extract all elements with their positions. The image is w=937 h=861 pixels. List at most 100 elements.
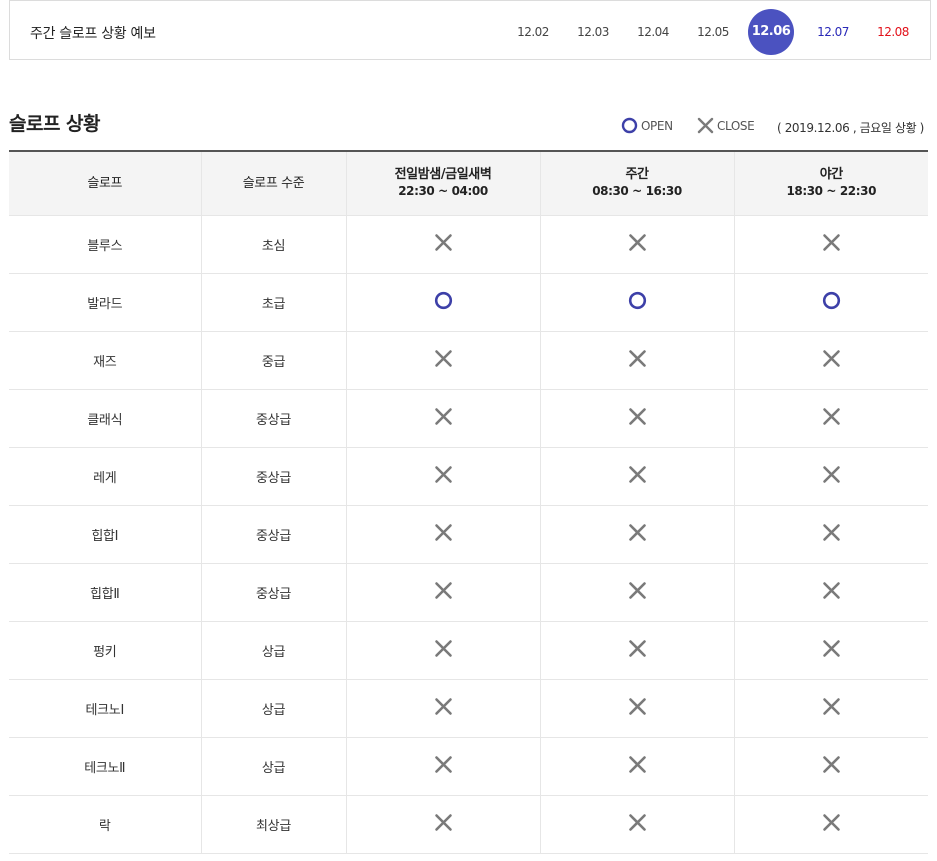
status-day <box>540 447 735 506</box>
table-row: 블루스 초심 <box>9 215 928 274</box>
status-night <box>346 505 541 564</box>
slope-level: 초급 <box>201 273 347 332</box>
table-header-row: 슬로프 슬로프 수준 전일밤샘/금일새벽 22:30 ~ 04:00 주간 08… <box>9 151 928 216</box>
close-x-icon <box>822 465 841 488</box>
slope-name: 블루스 <box>9 215 202 274</box>
table-row: 펑키 상급 <box>9 621 928 680</box>
status-evening <box>734 273 928 332</box>
status-evening <box>734 621 928 680</box>
status-night <box>346 447 541 506</box>
slope-level: 중상급 <box>201 389 347 448</box>
slope-level: 중상급 <box>201 563 347 622</box>
status-evening <box>734 447 928 506</box>
forecast-date-12.02[interactable]: 12.02 <box>510 25 556 39</box>
status-day <box>540 563 735 622</box>
table-row: 락 최상급 <box>9 795 928 854</box>
open-circle-icon <box>621 117 638 134</box>
header-night-time: 22:30 ~ 04:00 <box>398 184 488 199</box>
close-x-icon <box>434 639 453 662</box>
slope-name: 레게 <box>9 447 202 506</box>
close-x-icon <box>628 639 647 662</box>
close-x-icon <box>822 755 841 778</box>
status-evening <box>734 795 928 854</box>
table-row: 힙합Ⅰ 중상급 <box>9 505 928 564</box>
close-x-icon <box>697 117 714 134</box>
close-x-icon <box>822 813 841 836</box>
table-row: 힙합Ⅱ 중상급 <box>9 563 928 622</box>
section-title: 슬로프 상황 <box>9 113 101 135</box>
status-day <box>540 273 735 332</box>
status-day <box>540 505 735 564</box>
close-x-icon <box>434 407 453 430</box>
status-night <box>346 563 541 622</box>
header-slope: 슬로프 <box>9 151 202 216</box>
close-x-icon <box>822 523 841 546</box>
header-night-title: 전일밤샘/금일새벽 <box>394 167 492 183</box>
weekly-forecast-bar: 주간 슬로프 상황 예보 12.02 12.03 12.04 12.05 12.06 12… <box>9 0 931 60</box>
slope-level: 중상급 <box>201 447 347 506</box>
slope-level: 상급 <box>201 621 347 680</box>
header-day: 주간 08:30 ~ 16:30 <box>540 151 735 216</box>
status-day <box>540 621 735 680</box>
close-x-icon <box>822 407 841 430</box>
forecast-date-12.07[interactable]: 12.07 <box>810 25 856 39</box>
close-x-icon <box>434 233 453 256</box>
close-x-icon <box>434 755 453 778</box>
close-x-icon <box>434 581 453 604</box>
status-night <box>346 215 541 274</box>
close-x-icon <box>628 349 647 372</box>
slope-level: 최상급 <box>201 795 347 854</box>
open-circle-icon <box>434 291 453 314</box>
status-evening <box>734 505 928 564</box>
slope-name: 재즈 <box>9 331 202 390</box>
forecast-title: 주간 슬로프 상황 예보 <box>30 26 156 42</box>
close-x-icon <box>628 523 647 546</box>
status-night <box>346 273 541 332</box>
close-x-icon <box>434 523 453 546</box>
status-night <box>346 737 541 796</box>
forecast-date-12.05[interactable]: 12.05 <box>690 25 736 39</box>
legend-open-label: OPEN <box>641 118 673 133</box>
forecast-date-12.04[interactable]: 12.04 <box>630 25 676 39</box>
header-day-title: 주간 <box>625 167 649 183</box>
status-evening <box>734 679 928 738</box>
close-x-icon <box>822 639 841 662</box>
legend-open: OPEN <box>621 117 673 134</box>
table-row: 테크노Ⅱ 상급 <box>9 737 928 796</box>
status-day <box>540 389 735 448</box>
status-night <box>346 679 541 738</box>
slope-name: 테크노Ⅰ <box>9 679 202 738</box>
close-x-icon <box>822 233 841 256</box>
status-evening <box>734 331 928 390</box>
slope-status-table: 슬로프 슬로프 수준 전일밤샘/금일새벽 22:30 ~ 04:00 주간 08… <box>9 150 928 854</box>
close-x-icon <box>628 697 647 720</box>
open-circle-icon <box>628 291 647 314</box>
table-row: 클래식 중상급 <box>9 389 928 448</box>
header-evening: 야간 18:30 ~ 22:30 <box>734 151 928 216</box>
header-evening-time: 18:30 ~ 22:30 <box>786 184 877 199</box>
slope-name: 락 <box>9 795 202 854</box>
close-x-icon <box>628 581 647 604</box>
close-x-icon <box>628 233 647 256</box>
legend-close: CLOSE <box>697 117 755 134</box>
slope-level: 초심 <box>201 215 347 274</box>
status-night <box>346 389 541 448</box>
status-day <box>540 215 735 274</box>
header-level: 슬로프 수준 <box>201 151 347 216</box>
forecast-date-12.08[interactable]: 12.08 <box>870 25 916 39</box>
status-day <box>540 795 735 854</box>
slope-level: 상급 <box>201 737 347 796</box>
header-evening-title: 야간 <box>819 167 844 183</box>
status-day <box>540 331 735 390</box>
close-x-icon <box>628 465 647 488</box>
open-circle-icon <box>822 291 841 314</box>
table-row: 레게 중상급 <box>9 447 928 506</box>
close-x-icon <box>628 755 647 778</box>
header-day-time: 08:30 ~ 16:30 <box>592 184 682 199</box>
forecast-date-12.06[interactable]: 12.06 <box>748 9 794 55</box>
slope-name: 발라드 <box>9 273 202 332</box>
forecast-date-12.03[interactable]: 12.03 <box>570 25 616 39</box>
close-x-icon <box>822 349 841 372</box>
status-day <box>540 679 735 738</box>
table-body: 블루스 초심 발라드 초급 재즈 중급 클래식 중상급 레게 중상급 힙합Ⅰ 중상급 힙합Ⅱ 중상급 펑키 상… <box>9 215 928 854</box>
